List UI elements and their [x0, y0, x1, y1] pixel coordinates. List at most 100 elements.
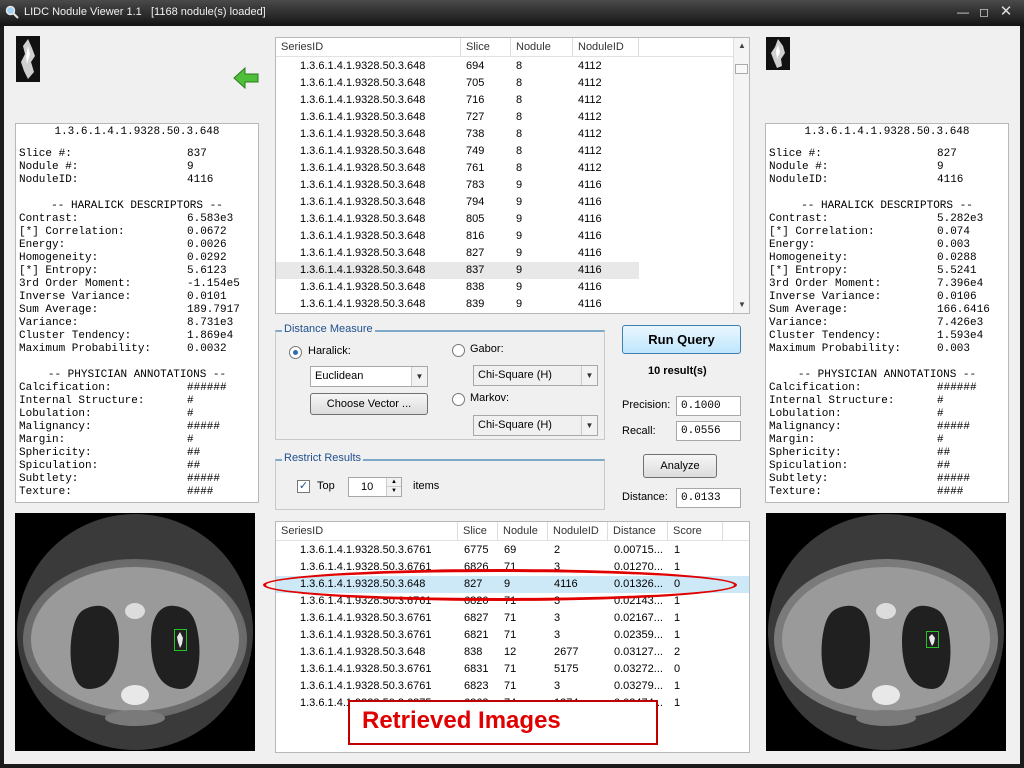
table-row[interactable]: 1.3.6.1.4.1.9328.50.3.648 794 9 4116 [276, 194, 639, 211]
left-haralick-row: Maximum Probability: 0.0032 [19, 343, 255, 356]
table-row[interactable]: 1.3.6.1.4.1.9328.50.3.648 827 9 4116 [276, 245, 639, 262]
table-row[interactable]: 1.3.6.1.4.1.9328.50.3.648 716 8 4112 [276, 92, 639, 109]
table-row[interactable]: 1.3.6.1.4.1.9328.50.3.648 761 8 4112 [276, 160, 639, 177]
magnifier-icon [5, 5, 19, 19]
result-nodule-thumbnail[interactable] [766, 37, 790, 70]
table-cell: 4116 [578, 298, 602, 310]
left-physician-key: Internal Structure: [19, 395, 145, 407]
result-row[interactable]: 1.3.6.1.4.1.9328.50.3.6761 6821 71 3 0.02359… [276, 627, 749, 644]
column-header-nodule[interactable]: Nodule [511, 38, 573, 57]
minimize-button[interactable]: — [954, 4, 972, 20]
table-row[interactable]: 1.3.6.1.4.1.9328.50.3.648 837 9 4116 [276, 262, 639, 279]
left-physician-key: Calcification: [19, 382, 112, 394]
haralick-metric-select[interactable]: Euclidean ▼ [310, 366, 428, 387]
analyze-button[interactable]: Analyze [643, 454, 717, 478]
column-header-slice[interactable]: Slice [461, 38, 511, 57]
scroll-up-icon[interactable]: ▲ [734, 38, 749, 54]
table-cell: 839 [466, 298, 485, 310]
table-cell: 3 [554, 629, 561, 641]
column-header-distance[interactable]: Distance [608, 522, 668, 541]
column-header-seriesid[interactable]: SeriesID [276, 522, 458, 541]
result-ct-slice-view[interactable] [766, 513, 1006, 751]
table-row[interactable]: 1.3.6.1.4.1.9328.50.3.648 705 8 4112 [276, 75, 639, 92]
left-haralick-value: 0.0026 [187, 239, 227, 251]
left-physician-value: ##### [187, 473, 221, 485]
result-row[interactable]: 1.3.6.1.4.1.9328.50.3.6761 6831 71 5175 0.03… [276, 661, 749, 678]
left-physician-row: Spiculation: ## [19, 460, 255, 473]
markov-metric-value: Chi-Square (H) [478, 419, 552, 431]
close-button[interactable]: ✕ [997, 4, 1015, 20]
table-row[interactable]: 1.3.6.1.4.1.9328.50.3.648 839 9 4116 [276, 296, 639, 313]
choose-vector-button[interactable]: Choose Vector ... [310, 393, 428, 415]
arrow-left-icon [233, 66, 259, 90]
scroll-down-icon[interactable]: ▼ [734, 297, 749, 313]
table-cell: 1.3.6.1.4.1.9328.50.3.648 [300, 94, 426, 106]
column-header-seriesid[interactable]: SeriesID [276, 38, 461, 57]
right-haralick-key: Sum Average: [769, 304, 849, 316]
left-physician-row: Internal Structure: # [19, 395, 255, 408]
scrollbar-thumb[interactable] [735, 64, 748, 74]
maximize-button[interactable]: ◻ [975, 4, 993, 20]
table-row[interactable]: 1.3.6.1.4.1.9328.50.3.648 816 9 4116 [276, 228, 639, 245]
column-header-noduleid[interactable]: NoduleID [548, 522, 608, 541]
right-haralick-value: 0.074 [937, 226, 971, 238]
table-row[interactable]: 1.3.6.1.4.1.9328.50.3.648 749 8 4112 [276, 143, 639, 160]
table-cell: 8 [516, 162, 523, 174]
table-cell: 8 [516, 60, 523, 72]
right-physician-row: Lobulation: # [769, 408, 1005, 421]
stepper-down-icon[interactable]: ▼ [386, 487, 401, 496]
result-row[interactable]: 1.3.6.1.4.1.9328.50.3.6761 6826 71 3 0.01270… [276, 559, 749, 576]
slice-list-scrollbar[interactable]: ▲ ▼ [733, 38, 749, 313]
table-row[interactable]: 1.3.6.1.4.1.9328.50.3.648 805 9 4116 [276, 211, 639, 228]
table-cell: 71 [504, 561, 517, 573]
right-haralick-row: Maximum Probability: 0.003 [769, 343, 1005, 356]
result-row[interactable]: 1.3.6.1.4.1.9328.50.3.6761 6827 71 3 0.02167… [276, 610, 749, 627]
right-field-row: Slice #: 827 [769, 148, 1005, 161]
result-row[interactable]: 1.3.6.1.4.1.9328.50.3.6761 6820 71 3 0.02143… [276, 593, 749, 610]
run-query-button[interactable]: Run Query [622, 325, 741, 354]
right-physician-value: ##### [937, 473, 971, 485]
column-header-nodule[interactable]: Nodule [498, 522, 548, 541]
column-header-score[interactable]: Score [668, 522, 723, 541]
right-physician-value: ## [937, 447, 951, 459]
right-physician-key: Sphericity: [769, 447, 842, 459]
result-row[interactable]: 1.3.6.1.4.1.9328.50.3.648 827 9 4116 0.01326… [276, 576, 749, 593]
table-cell: 9 [516, 247, 523, 259]
table-row[interactable]: 1.3.6.1.4.1.9328.50.3.648 727 8 4112 [276, 109, 639, 126]
left-haralick-value: 0.0032 [187, 343, 227, 355]
gabor-metric-select[interactable]: Chi-Square (H) ▼ [473, 365, 598, 386]
result-row[interactable]: 1.3.6.1.4.1.9328.50.3.6761 6775 69 2 0.00715… [276, 542, 749, 559]
column-header-slice[interactable]: Slice [458, 522, 498, 541]
query-series-id: 1.3.6.1.4.1.9328.50.3.648 [54, 126, 220, 138]
table-row[interactable]: 1.3.6.1.4.1.9328.50.3.648 783 9 4116 [276, 177, 639, 194]
query-nodule-thumbnail[interactable] [16, 36, 40, 82]
table-cell: 4112 [578, 77, 602, 89]
haralick-radio[interactable] [289, 346, 302, 359]
result-row[interactable]: 1.3.6.1.4.1.9328.50.3.648 838 12 2677 0.0312… [276, 644, 749, 661]
left-field-key: Slice #: [19, 148, 72, 160]
right-haralick-row: Contrast: 5.282e3 [769, 213, 1005, 226]
left-field-row: Nodule #: 9 [19, 161, 255, 174]
table-cell: 0.02359... [614, 629, 663, 641]
table-cell: 1.3.6.1.4.1.9328.50.3.648 [300, 111, 426, 123]
slice-list-table[interactable]: SeriesID Slice Nodule NoduleID 1.3.6.1.4… [275, 37, 750, 314]
query-ct-slice-view[interactable] [15, 513, 255, 751]
markov-metric-select[interactable]: Chi-Square (H) ▼ [473, 415, 598, 436]
stepper-up-icon[interactable]: ▲ [386, 478, 401, 487]
top-checkbox[interactable]: ✓ [297, 480, 310, 493]
left-physician-key: Margin: [19, 434, 66, 446]
back-button[interactable] [232, 66, 260, 90]
table-row[interactable]: 1.3.6.1.4.1.9328.50.3.648 694 8 4112 [276, 58, 639, 75]
gabor-radio[interactable] [452, 344, 465, 357]
left-haralick-row: Sum Average: 189.7917 [19, 304, 255, 317]
column-header-noduleid[interactable]: NoduleID [573, 38, 639, 57]
table-row[interactable]: 1.3.6.1.4.1.9328.50.3.648 838 9 4116 [276, 279, 639, 296]
table-row[interactable]: 1.3.6.1.4.1.9328.50.3.648 738 8 4112 [276, 126, 639, 143]
result-series-id: 1.3.6.1.4.1.9328.50.3.648 [804, 126, 970, 138]
result-row[interactable]: 1.3.6.1.4.1.9328.50.3.6761 6823 71 3 0.03279… [276, 678, 749, 695]
table-cell: 0.02167... [614, 612, 663, 624]
top-count-stepper[interactable]: 10 ▲ ▼ [348, 477, 402, 497]
table-cell: 838 [466, 281, 485, 293]
markov-radio[interactable] [452, 393, 465, 406]
right-physician-value: ##### [937, 421, 971, 433]
